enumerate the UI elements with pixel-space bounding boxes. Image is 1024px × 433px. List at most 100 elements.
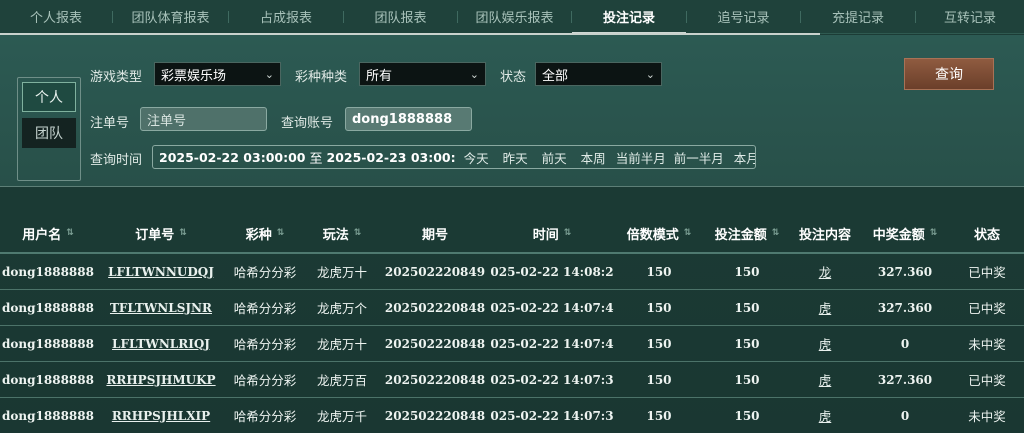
cell-order-link[interactable]: RRHPSJHLXIP (96, 409, 226, 423)
tab-team-sports-report[interactable]: 团队体育报表 (113, 0, 228, 34)
cell-amount: 150 (734, 372, 760, 387)
status-label: 状态 (500, 70, 527, 85)
game-type-select[interactable]: 彩票娱乐场 ⌄ (154, 62, 281, 86)
tab-deposit-withdraw-records[interactable]: 充提记录 (801, 0, 915, 34)
sort-arrows-icon[interactable]: ⇅ (564, 228, 572, 238)
cell-content-link[interactable]: 龙 (790, 262, 860, 281)
cell-multiple: 150 (646, 300, 672, 315)
query-button[interactable]: 查询 (904, 58, 994, 90)
lottery-kind-value: 所有 (366, 68, 393, 84)
filter-panel: 个人 团队 游戏类型 彩票娱乐场 ⌄ 彩种种类 所有 ⌄ 状态 全部 ⌄ 查询 … (0, 35, 1024, 187)
team-toggle-button[interactable]: 团队 (22, 118, 76, 148)
chevron-down-icon: ⌄ (264, 67, 274, 81)
lottery-kind-label: 彩种种类 (295, 70, 348, 85)
cell-username: dong1888888 (2, 372, 94, 387)
report-tabs: 个人报表 团队体育报表 占成报表 团队报表 团队娱乐报表 投注记录 追号记录 充… (0, 0, 1024, 34)
cell-amount: 150 (734, 264, 760, 279)
date-start[interactable]: 2025-02-22 03:00:00 (159, 150, 306, 165)
tab-chase-records[interactable]: 追号记录 (687, 0, 800, 34)
header-win[interactable]: 中奖金额 ⇅ (860, 224, 950, 243)
quick-range-day-before[interactable]: 前天 (542, 148, 567, 167)
header-label: 玩法 (322, 227, 349, 243)
cell-time: 2025-02-22 14:07:43 (490, 300, 614, 315)
cell-content-link[interactable]: 虎 (790, 334, 860, 353)
account-label: 查询账号 (281, 116, 334, 131)
personal-toggle-button[interactable]: 个人 (22, 82, 76, 112)
cell-win: 0 (900, 336, 910, 351)
cell-time: 2025-02-22 14:07:36 (490, 408, 614, 423)
tab-share-report[interactable]: 占成报表 (229, 0, 343, 34)
quick-range-current-half-month[interactable]: 当前半月 (616, 148, 666, 167)
header-issue: 期号 (380, 224, 490, 243)
header-order-no[interactable]: 订单号 ⇅ (96, 224, 226, 243)
cell-username: dong1888888 (2, 336, 94, 351)
cell-status: 未中奖 (968, 409, 1006, 424)
cell-time: 2025-02-22 14:07:39 (490, 372, 614, 387)
cell-lottery: 哈希分分彩 (233, 265, 297, 280)
quick-range-yesterday[interactable]: 昨天 (503, 148, 528, 167)
tab-team-report[interactable]: 团队报表 (344, 0, 457, 34)
header-label: 订单号 (135, 227, 175, 243)
cell-status: 已中奖 (968, 373, 1006, 388)
cell-win: 327.360 (877, 372, 933, 387)
quick-range-previous-half-month[interactable]: 前一半月 (674, 148, 724, 167)
date-range-box: 2025-02-22 03:00:00 至 2025-02-23 03:00: … (152, 145, 756, 169)
quick-range-this-month[interactable]: 本月 (734, 148, 755, 167)
header-play[interactable]: 玩法 ⇅ (304, 224, 380, 243)
sort-arrows-icon[interactable]: ⇅ (277, 228, 285, 238)
game-type-label: 游戏类型 (90, 70, 143, 85)
header-time[interactable]: 时间 ⇅ (490, 224, 614, 243)
quick-range-today[interactable]: 今天 (464, 148, 489, 167)
cell-play: 龙虎万百 (316, 373, 367, 388)
cell-multiple: 150 (646, 336, 672, 351)
sort-arrows-icon[interactable]: ⇅ (179, 228, 187, 238)
cell-status: 已中奖 (968, 301, 1006, 316)
status-select[interactable]: 全部 ⌄ (535, 62, 662, 86)
cell-content-link[interactable]: 虎 (790, 370, 860, 389)
tab-transfer-records[interactable]: 互转记录 (916, 0, 1024, 34)
date-separator: 至 (309, 151, 323, 167)
tab-personal-report[interactable]: 个人报表 (0, 0, 112, 34)
scope-toggle: 个人 团队 (17, 77, 81, 181)
header-lottery[interactable]: 彩种 ⇅ (226, 224, 304, 243)
cell-status: 未中奖 (968, 337, 1006, 352)
cell-order-link[interactable]: LFLTWNLRIQJ (96, 337, 226, 351)
table-row: dong1888888 LFLTWNLRIQJ 哈希分分彩 龙虎万十 20250… (0, 326, 1024, 362)
cell-issue: 202502220849 (384, 264, 486, 279)
quick-range-this-week[interactable]: 本周 (581, 148, 606, 167)
cell-order-link[interactable]: LFLTWNNUDQJ (96, 265, 226, 279)
cell-lottery: 哈希分分彩 (233, 301, 297, 316)
date-end[interactable]: 2025-02-23 03:00: (327, 150, 456, 165)
cell-multiple: 150 (646, 264, 672, 279)
header-label: 中奖金额 (872, 227, 925, 243)
sort-arrows-icon[interactable]: ⇅ (684, 228, 692, 238)
sort-arrows-icon[interactable]: ⇅ (772, 228, 780, 238)
cell-win: 327.360 (877, 264, 933, 279)
lottery-kind-select[interactable]: 所有 ⌄ (359, 62, 486, 86)
cell-status: 已中奖 (968, 265, 1006, 280)
cell-content-link[interactable]: 虎 (790, 406, 860, 425)
header-username[interactable]: 用户名 ⇅ (0, 224, 96, 243)
header-label: 倍数模式 (626, 227, 679, 243)
cell-username: dong1888888 (2, 408, 94, 423)
header-amount[interactable]: 投注金额 ⇅ (704, 224, 790, 243)
cell-content-link[interactable]: 虎 (790, 298, 860, 317)
cell-multiple: 150 (646, 372, 672, 387)
sort-arrows-icon[interactable]: ⇅ (930, 228, 938, 238)
tab-team-entertainment-report[interactable]: 团队娱乐报表 (458, 0, 571, 34)
cell-win: 0 (900, 408, 910, 423)
cell-order-link[interactable]: RRHPSJHMUKP (96, 373, 226, 387)
header-label: 投注金额 (714, 227, 767, 243)
table-row: dong1888888 LFLTWNNUDQJ 哈希分分彩 龙虎万十 20250… (0, 254, 1024, 290)
account-input[interactable]: dong1888888 (345, 107, 472, 131)
header-multiple[interactable]: 倍数模式 ⇅ (614, 224, 704, 243)
header-label: 时间 (532, 227, 559, 243)
cell-order-link[interactable]: TFLTWNLSJNR (96, 301, 226, 315)
table-row: dong1888888 RRHPSJHMUKP 哈希分分彩 龙虎万百 20250… (0, 362, 1024, 398)
table-row: dong1888888 RRHPSJHLXIP 哈希分分彩 龙虎万千 20250… (0, 398, 1024, 433)
order-no-input[interactable]: 注单号 (140, 107, 267, 131)
tab-bet-records[interactable]: 投注记录 (572, 0, 686, 34)
cell-issue: 202502220848 (384, 372, 486, 387)
sort-arrows-icon[interactable]: ⇅ (354, 228, 362, 238)
sort-arrows-icon[interactable]: ⇅ (66, 228, 74, 238)
